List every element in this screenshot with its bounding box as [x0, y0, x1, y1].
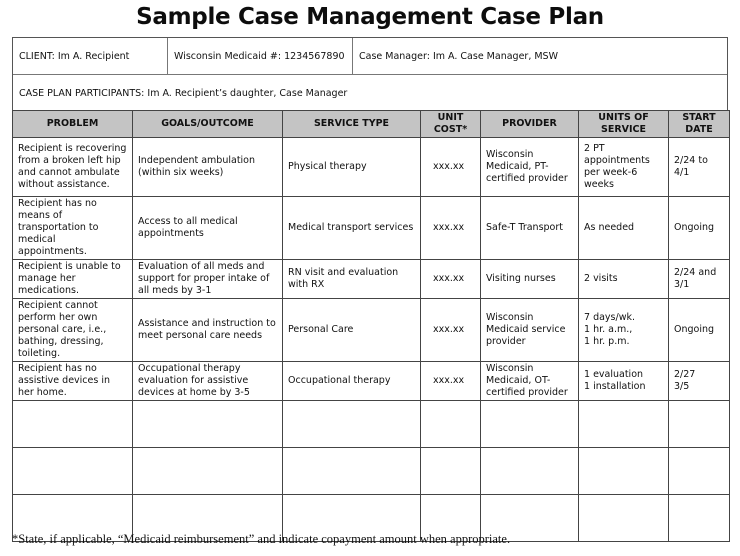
header-provider: PROVIDER	[480, 110, 579, 138]
cell-goals: Independent ambulation (within six weeks…	[132, 137, 283, 197]
cell-problem: Recipient has no assistive devices in he…	[12, 361, 133, 401]
cell-provider: Safe-T Transport	[480, 196, 579, 260]
cell-goals: Access to all medical appointments	[132, 196, 283, 260]
cell-service-type: Personal Care	[282, 298, 421, 362]
header-text: GOALS/OUTCOME	[161, 118, 254, 129]
cell-units: 2 visits	[578, 259, 669, 299]
table-row: Recipient has no means of transportation…	[12, 196, 730, 260]
units-line: 1 evaluation	[584, 369, 644, 380]
page-title: Sample Case Management Case Plan	[136, 4, 604, 30]
empty-cell[interactable]	[480, 447, 579, 495]
cell-provider: Visiting nurses	[480, 259, 579, 299]
header-goals-outcome: GOALS/OUTCOME	[132, 110, 283, 138]
cell-unit-cost: xxx.xx	[420, 298, 481, 362]
cell-goals: Occupational therapy evaluation for assi…	[132, 361, 283, 401]
empty-cell[interactable]	[480, 400, 579, 448]
empty-cell[interactable]	[578, 447, 669, 495]
table-header-row: PROBLEM GOALS/OUTCOME SERVICE TYPE UNIT C…	[12, 110, 730, 138]
header-text: DATE	[685, 124, 713, 135]
empty-cell[interactable]	[668, 447, 730, 495]
cell-provider: Wisconsin Medicaid, PT-certified provide…	[480, 137, 579, 197]
empty-cell[interactable]	[420, 447, 481, 495]
table-row: Recipient is unable to manage her medica…	[12, 259, 730, 299]
empty-cell[interactable]	[420, 400, 481, 448]
header-problem: PROBLEM	[12, 110, 133, 138]
footnote: *State, if applicable, “Medicaid reimbur…	[12, 532, 511, 546]
cell-units: 2 PT appointments per week-6 weeks	[578, 137, 669, 197]
cell-service-type: RN visit and evaluation with RX	[282, 259, 421, 299]
empty-cell[interactable]	[12, 447, 133, 495]
empty-table-row	[12, 400, 730, 448]
empty-cell[interactable]	[12, 400, 133, 448]
header-start-date: START DATE	[668, 110, 730, 138]
header-text: UNIT	[437, 112, 464, 123]
empty-cell[interactable]	[668, 400, 730, 448]
cell-service-type: Occupational therapy	[282, 361, 421, 401]
cell-goals: Evaluation of all meds and support for p…	[132, 259, 283, 299]
table-row: Recipient is recovering from a broken le…	[12, 137, 730, 197]
date-line: 3/5	[674, 381, 690, 392]
empty-table-row	[12, 447, 730, 495]
empty-cell[interactable]	[578, 494, 669, 542]
cell-units: 7 days/wk. 1 hr. a.m., 1 hr. p.m.	[578, 298, 669, 362]
cell-problem: Recipient has no means of transportation…	[12, 196, 133, 260]
header-text: PROVIDER	[502, 118, 557, 129]
client-name: CLIENT: Im A. Recipient	[13, 38, 168, 74]
table-row: Recipient has no assistive devices in he…	[12, 361, 730, 401]
header-text: SERVICE TYPE	[313, 118, 390, 129]
units-line: 1 hr. p.m.	[584, 336, 630, 347]
header-text: SERVICE	[601, 124, 646, 135]
empty-cell[interactable]	[668, 494, 730, 542]
empty-cell[interactable]	[132, 447, 283, 495]
case-plan-table: PROBLEM GOALS/OUTCOME SERVICE TYPE UNIT C…	[12, 110, 730, 542]
empty-cell[interactable]	[578, 400, 669, 448]
cell-service-type: Medical transport services	[282, 196, 421, 260]
cell-provider: Wisconsin Medicaid, OT-certified provide…	[480, 361, 579, 401]
header-text: UNITS OF	[598, 112, 649, 123]
units-line: 1 hr. a.m.,	[584, 324, 633, 335]
empty-cell[interactable]	[132, 400, 283, 448]
cell-units: 1 evaluation 1 installation	[578, 361, 669, 401]
header-service-type: SERVICE TYPE	[282, 110, 421, 138]
units-line: 1 installation	[584, 381, 646, 392]
case-manager: Case Manager: Im A. Case Manager, MSW	[359, 50, 558, 62]
cell-unit-cost: xxx.xx	[420, 361, 481, 401]
cell-goals: Assistance and instruction to meet perso…	[132, 298, 283, 362]
cell-units: As needed	[578, 196, 669, 260]
cell-unit-cost: xxx.xx	[420, 196, 481, 260]
empty-cell[interactable]	[282, 400, 421, 448]
case-plan-participants: CASE PLAN PARTICIPANTS: Im A. Recipient’…	[19, 88, 348, 99]
header-text: COST*	[433, 124, 468, 135]
client-info-block: CLIENT: Im A. Recipient Wisconsin Medica…	[12, 37, 728, 112]
client-info-row: CLIENT: Im A. Recipient Wisconsin Medica…	[13, 38, 727, 75]
cell-start-date: 2/24 and 3/1	[668, 259, 730, 299]
cell-service-type: Physical therapy	[282, 137, 421, 197]
cell-unit-cost: xxx.xx	[420, 137, 481, 197]
cell-problem: Recipient is recovering from a broken le…	[12, 137, 133, 197]
units-line: 7 days/wk.	[584, 312, 635, 323]
cell-start-date: Ongoing	[668, 298, 730, 362]
header-units-of-service: UNITS OF SERVICE	[578, 110, 669, 138]
cell-provider: Wisconsin Medicaid service provider	[480, 298, 579, 362]
empty-cell[interactable]	[282, 447, 421, 495]
header-unit-cost: UNIT COST*	[420, 110, 481, 138]
table-row: Recipient cannot perform her own persona…	[12, 298, 730, 362]
cell-unit-cost: xxx.xx	[420, 259, 481, 299]
header-text: PROBLEM	[46, 118, 99, 129]
cell-problem: Recipient cannot perform her own persona…	[12, 298, 133, 362]
cell-start-date: 2/24 to 4/1	[668, 137, 730, 197]
cell-start-date: Ongoing	[668, 196, 730, 260]
cell-start-date: 2/27 3/5	[668, 361, 730, 401]
date-line: 2/27	[674, 369, 696, 380]
medicaid-number: Wisconsin Medicaid #: 1234567890	[168, 38, 353, 74]
cell-problem: Recipient is unable to manage her medica…	[12, 259, 133, 299]
header-text: START	[682, 112, 716, 123]
